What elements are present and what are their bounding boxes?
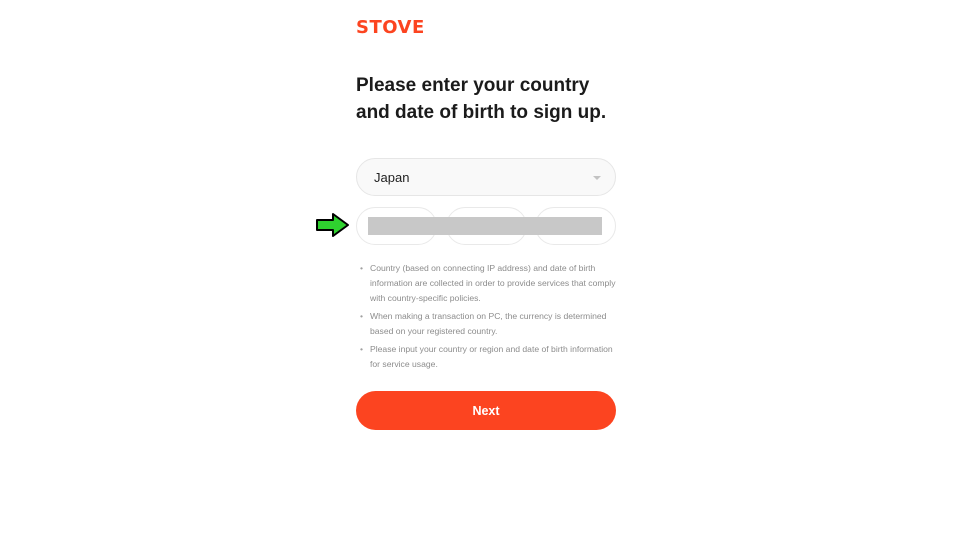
bullet: • — [360, 263, 364, 273]
note-text: When making a transaction on PC, the cur… — [370, 311, 607, 336]
bullet: • — [360, 311, 364, 321]
signup-panel: STOVE Please enter your country and date… — [356, 0, 616, 540]
list-item: • When making a transaction on PC, the cu… — [360, 309, 616, 339]
info-notes: • Country (based on connecting IP address… — [360, 261, 616, 375]
chevron-down-icon — [593, 176, 601, 180]
country-select[interactable]: Japan — [356, 158, 616, 196]
next-button[interactable]: Next — [356, 391, 616, 430]
note-text: Country (based on connecting IP address)… — [370, 263, 616, 303]
list-item: • Country (based on connecting IP address… — [360, 261, 616, 306]
redacted-birth-date — [368, 217, 602, 235]
page-title: Please enter your country and date of bi… — [356, 75, 607, 123]
bullet: • — [360, 344, 364, 354]
list-item: • Please input your country or region and… — [360, 342, 616, 372]
note-text: Please input your country or region and … — [370, 344, 613, 369]
birth-date-row — [356, 207, 616, 245]
country-select-value: Japan — [374, 170, 410, 185]
green-arrow-icon — [316, 213, 349, 237]
stove-logo[interactable]: STOVE — [356, 17, 425, 38]
